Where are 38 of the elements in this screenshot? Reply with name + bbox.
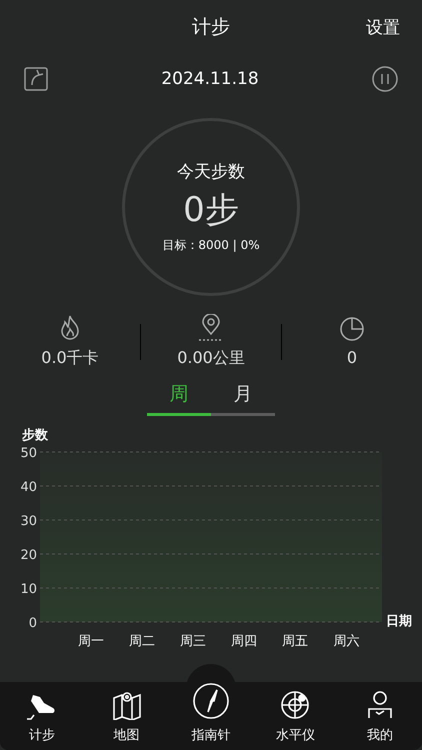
period-tab[interactable]: 月 [211,381,275,416]
user-icon [366,690,394,720]
y-tick-label: 20 [20,548,37,563]
x-tick-label: 周二 [129,634,156,649]
pie-icon [339,316,365,342]
x-tick-label: 周一 [78,634,104,649]
x-tick-label: 周三 [180,634,206,649]
sneaker-icon [27,692,58,720]
compass-icon [192,682,230,720]
y-tick-label: 10 [20,582,37,597]
stat-value: 0.00公里 [177,348,245,369]
crosshair-icon [280,690,310,720]
page-title: 计步 [192,15,230,40]
step-count: 0步 [183,189,239,232]
y-tick-label: 0 [28,616,37,631]
y-axis-title: 步数 [22,428,48,443]
nav-item[interactable]: 水平仪 [253,682,338,750]
share-icon[interactable] [24,67,48,91]
nav-item[interactable]: 计步 [0,682,84,750]
stat-value: 0.0千卡 [41,348,99,369]
x-tick-label: 周六 [333,634,360,649]
nav-item[interactable]: 地图 [84,682,169,750]
goal-text: 目标：8000 | 0% [162,237,260,254]
nav-item[interactable]: 指南针 [168,682,254,750]
stat-value: 0 [346,348,358,367]
x-tick-label: 周五 [282,634,308,649]
ring-title: 今天步数 [177,161,245,183]
pause-icon[interactable] [372,66,398,92]
period-tab[interactable]: 周 [147,381,211,416]
settings-link[interactable]: 设置 [366,16,400,38]
nav-item[interactable]: 我的 [338,682,422,750]
y-tick-label: 40 [20,480,37,495]
map-icon [112,690,142,720]
y-tick-label: 30 [20,514,37,529]
x-tick-label: 周四 [231,634,258,649]
x-axis-title: 日期 [386,614,412,629]
y-tick-label: 50 [20,446,37,461]
date-text: 2024.11.18 [161,69,259,89]
